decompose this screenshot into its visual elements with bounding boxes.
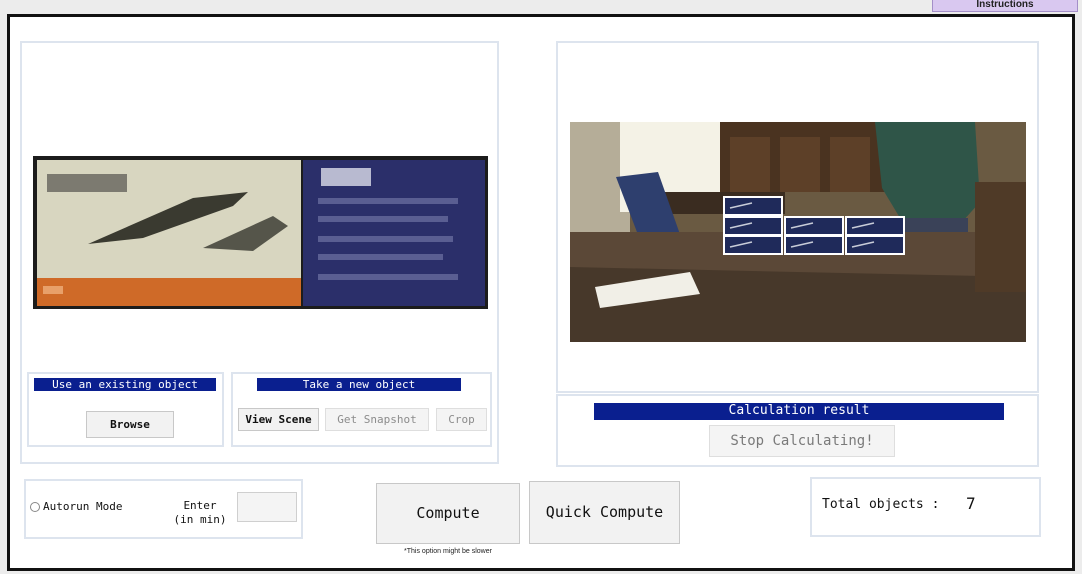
calculation-result-title: Calculation result [594,403,1004,420]
browse-button[interactable]: Browse [86,411,174,438]
get-snapshot-button[interactable]: Get Snapshot [325,408,429,431]
interval-label: Enter (in min) [170,499,230,527]
interval-input[interactable] [237,492,297,522]
crop-button[interactable]: Crop [436,408,487,431]
total-objects-label: Total objects : [822,497,940,512]
interval-label-line2: (in min) [173,513,227,526]
interval-label-line1: Enter [183,499,217,512]
autorun-label: Autorun Mode [43,500,123,513]
stop-calculating-button[interactable]: Stop Calculating! [709,425,895,457]
autorun-radio[interactable] [30,502,40,512]
compute-button[interactable]: Compute [376,483,520,544]
quick-compute-button[interactable]: Quick Compute [529,481,680,544]
view-scene-button[interactable]: View Scene [238,408,319,431]
compute-note: *This option might be slower [404,548,492,555]
scene-camera-image [570,122,1026,342]
total-objects-value: 7 [966,494,976,513]
new-object-title: Take a new object [257,378,461,391]
instructions-button[interactable]: Instructions [932,0,1078,12]
template-object-image [33,156,488,309]
existing-object-title: Use an existing object [34,378,216,391]
